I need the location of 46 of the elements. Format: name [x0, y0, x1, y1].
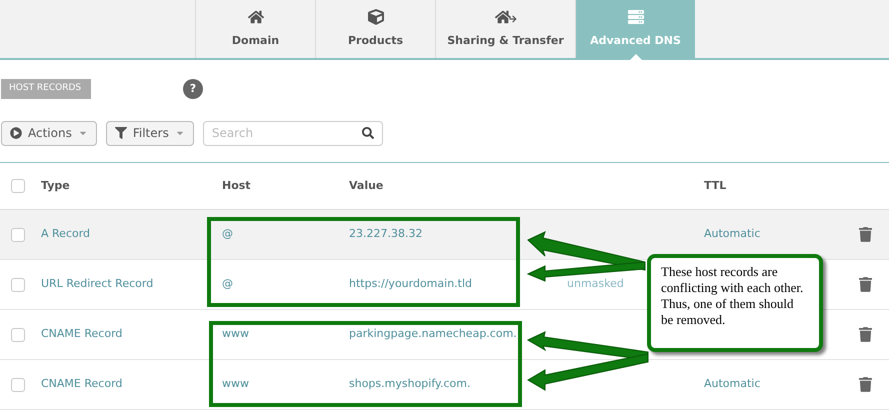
table-cell: CNAME Record — [41, 377, 122, 390]
trash-icon[interactable] — [859, 277, 872, 292]
table-cell: @ — [222, 227, 233, 240]
house-arrow-icon — [494, 8, 516, 25]
search-field[interactable]: Search — [202, 120, 383, 146]
checkbox[interactable] — [11, 179, 25, 193]
help-icon[interactable]: ? — [183, 79, 203, 99]
section-label: HOST RECORDS — [1, 79, 91, 99]
table-cell: parkingpage.namecheap.com. — [349, 327, 517, 340]
table-cell: Automatic — [704, 377, 760, 390]
search-icon[interactable] — [362, 127, 374, 139]
table-cell: https://yourdomain.tld — [349, 277, 472, 290]
filters-button[interactable]: Filters — [106, 120, 194, 146]
table-cell: @ — [222, 277, 233, 290]
table-cell: Automatic — [704, 227, 760, 240]
column-header: Value — [349, 178, 384, 194]
server-icon — [628, 8, 644, 25]
table-cell: URL Redirect Record — [41, 277, 154, 290]
table-cell: shops.myshopify.com. — [349, 377, 470, 390]
tab[interactable]: Products — [315, 0, 435, 58]
table-cell: www — [222, 377, 249, 390]
table-cell-text: unmasked — [566, 277, 624, 290]
trash-icon[interactable] — [859, 327, 872, 342]
box-icon — [368, 8, 384, 25]
checkbox[interactable] — [11, 278, 25, 292]
table-cell: CNAME Record — [41, 327, 122, 340]
play-icon — [10, 127, 22, 139]
callout: These host records are conflicting with each other. Thus, one of them should be removed. — [647, 254, 823, 352]
actions-button[interactable]: Actions — [1, 120, 97, 146]
table-cell: A Record — [41, 227, 90, 240]
table-row[interactable]: A Record @ 23.227.38.32 Automatic — [0, 210, 889, 260]
house-icon — [248, 8, 264, 25]
filter-icon — [114, 127, 127, 139]
search-input[interactable]: Search — [212, 124, 362, 142]
checkbox[interactable] — [11, 228, 25, 242]
column-header: TTL — [704, 178, 726, 194]
table-cell: www — [222, 327, 249, 340]
trash-icon[interactable] — [859, 227, 872, 242]
checkbox[interactable] — [11, 328, 25, 342]
tab[interactable]: Domain — [195, 0, 315, 58]
column-header: Host — [222, 178, 252, 194]
trash-icon[interactable] — [859, 377, 872, 392]
column-header: Type — [41, 178, 71, 194]
table-cell: 23.227.38.32 — [349, 227, 422, 240]
pointer-icon — [630, 54, 642, 60]
checkbox[interactable] — [11, 378, 25, 392]
